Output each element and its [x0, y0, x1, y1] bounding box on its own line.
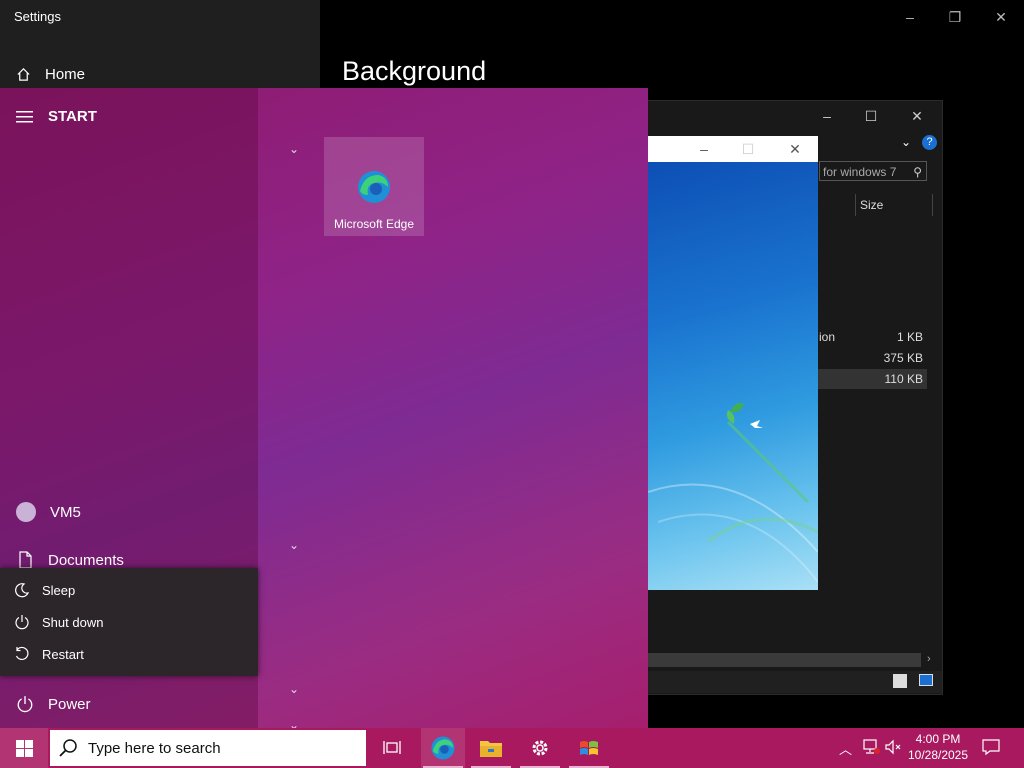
file-row[interactable]: ion 1 KB — [807, 327, 927, 347]
power-button[interactable]: Power — [16, 692, 91, 716]
sleep-option[interactable]: Sleep — [14, 579, 75, 601]
file-size: 375 KB — [883, 351, 923, 365]
viewer-titlebar: – ☐ ✕ — [648, 136, 818, 162]
power-label: Power — [48, 695, 91, 713]
start-button[interactable] — [0, 728, 48, 768]
restore-button[interactable]: ❐ — [943, 6, 967, 28]
volume-muted-icon[interactable] — [885, 739, 903, 760]
explorer-minimize-button[interactable]: – — [815, 105, 839, 127]
network-icon[interactable] — [862, 739, 880, 760]
power-icon — [15, 615, 29, 630]
notifications-icon[interactable] — [982, 738, 1000, 761]
viewer-maximize-button[interactable]: ☐ — [736, 138, 760, 160]
user-account-item[interactable]: VM5 — [16, 500, 81, 524]
taskbar-windows7-app-button[interactable] — [567, 728, 611, 768]
task-view-icon — [383, 741, 401, 754]
gear-icon — [532, 740, 548, 756]
viewer-close-button[interactable]: ✕ — [783, 138, 807, 160]
moon-icon — [15, 583, 30, 598]
page-heading: Background — [342, 56, 487, 86]
large-icons-view-icon[interactable] — [919, 674, 933, 686]
image-viewer-window: – ☐ ✕ — [648, 136, 818, 590]
start-menu: START ⌄ ⌄ ⌄ ⌄ Microsoft Edge VM5 Documen… — [0, 88, 648, 732]
collapse-group-chevron-icon[interactable]: ⌄ — [289, 682, 299, 696]
user-label: VM5 — [50, 503, 81, 521]
taskbar: Type here to search ︿ 4:00 PM 10/28/2025 — [0, 728, 1024, 768]
edge-tile-label: Microsoft Edge — [333, 217, 415, 231]
taskbar-file-explorer-button[interactable] — [469, 728, 513, 768]
documents-label: Documents — [48, 551, 124, 569]
explorer-search-text: for windows 7 — [823, 165, 897, 179]
windows-logo-icon — [16, 740, 33, 757]
file-size: 110 KB — [884, 372, 923, 386]
power-icon — [17, 696, 33, 713]
horizontal-scrollbar[interactable] — [647, 653, 921, 667]
edge-icon — [431, 736, 455, 760]
scroll-right-icon[interactable]: › — [927, 653, 931, 665]
ribbon-expand-icon[interactable]: ⌄ — [901, 135, 911, 149]
close-button[interactable]: ✕ — [989, 6, 1013, 28]
details-view-icon[interactable] — [893, 674, 907, 688]
size-column-header[interactable]: Size — [855, 194, 933, 216]
wallpaper-art — [648, 403, 818, 583]
explorer-statusbar — [637, 671, 942, 693]
file-row[interactable]: 375 KB — [807, 348, 927, 368]
home-icon — [17, 67, 30, 81]
start-menu-header[interactable]: START — [16, 108, 97, 125]
start-header-label: START — [48, 108, 97, 125]
restart-option[interactable]: Restart — [14, 643, 84, 665]
task-view-button[interactable] — [370, 728, 414, 768]
collapse-group-chevron-icon[interactable]: ⌄ — [289, 538, 299, 552]
shut-down-option[interactable]: Shut down — [14, 611, 103, 633]
taskbar-edge-button[interactable] — [421, 728, 465, 768]
file-row-selected[interactable]: 110 KB — [807, 369, 927, 389]
hamburger-icon — [16, 110, 33, 122]
taskbar-settings-button[interactable] — [518, 728, 562, 768]
collapse-group-chevron-icon[interactable]: ⌄ — [289, 142, 299, 156]
explorer-maximize-button[interactable]: ☐ — [859, 105, 883, 127]
restart-label: Restart — [42, 646, 84, 662]
help-icon[interactable]: ? — [922, 135, 937, 150]
explorer-titlebar: – ☐ ✕ — [637, 101, 942, 131]
search-icon: ⚲ — [913, 165, 922, 179]
wallpaper-preview-image — [648, 162, 818, 590]
search-icon — [59, 739, 77, 757]
clock-date: 10/28/2025 — [907, 748, 969, 762]
explorer-close-button[interactable]: ✕ — [905, 105, 929, 127]
file-name: ion — [819, 330, 836, 344]
search-placeholder: Type here to search — [88, 739, 221, 757]
microsoft-edge-tile[interactable]: Microsoft Edge — [324, 137, 424, 236]
user-avatar — [16, 502, 36, 522]
explorer-search-input[interactable]: for windows 7 ⚲ — [819, 161, 927, 181]
power-options-popup: Sleep Shut down Restart — [0, 568, 258, 676]
settings-home-link[interactable]: Home — [16, 64, 85, 84]
folder-icon — [480, 741, 502, 757]
file-size: 1 KB — [896, 330, 923, 344]
system-clock[interactable]: 4:00 PM 10/28/2025 — [902, 731, 974, 763]
restart-icon — [15, 646, 29, 660]
show-hidden-icons-chevron-icon[interactable]: ︿ — [839, 739, 852, 758]
sleep-label: Sleep — [42, 582, 76, 598]
edge-icon — [358, 171, 390, 203]
shut-down-label: Shut down — [42, 614, 104, 630]
settings-title: Settings — [14, 9, 61, 24]
minimize-button[interactable]: – — [898, 6, 922, 28]
clock-time: 4:00 PM — [915, 732, 961, 746]
document-icon — [19, 551, 32, 569]
viewer-minimize-button[interactable]: – — [692, 138, 716, 160]
settings-home-label: Home — [45, 65, 86, 83]
windows-flag-icon — [580, 741, 598, 755]
taskbar-search-box[interactable]: Type here to search — [50, 730, 366, 766]
